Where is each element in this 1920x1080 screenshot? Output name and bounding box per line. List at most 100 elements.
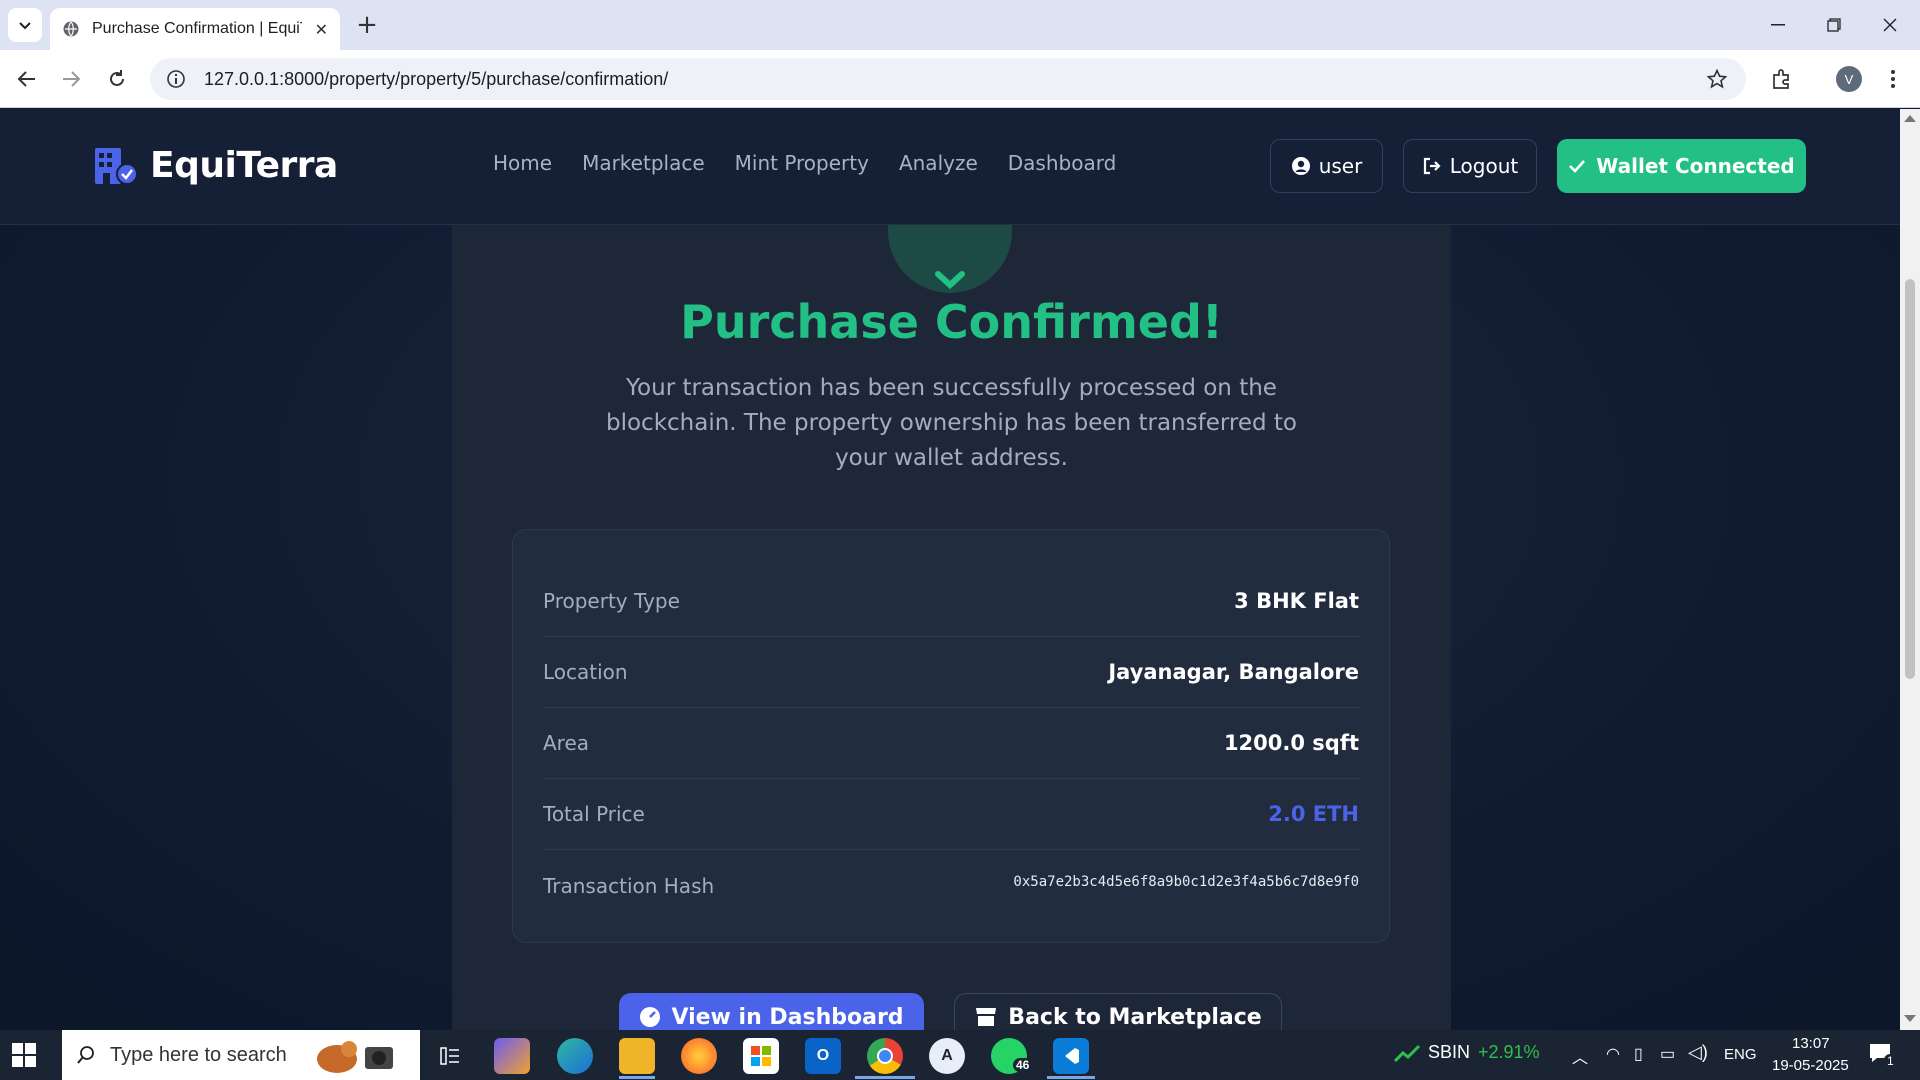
copilot-icon[interactable] <box>494 1038 530 1074</box>
language-indicator[interactable]: ENG <box>1724 1046 1757 1063</box>
detail-row-property-type: Property Type 3 BHK Flat <box>543 566 1359 637</box>
extensions-button[interactable] <box>1767 64 1797 94</box>
edge-browser-icon[interactable] <box>557 1038 593 1074</box>
show-hidden-icons-icon[interactable]: ︿ <box>1572 1044 1588 1068</box>
sign-out-icon <box>1423 157 1441 175</box>
more-vertical-icon <box>1891 70 1895 88</box>
start-button[interactable] <box>12 1043 36 1071</box>
detail-label: Area <box>543 731 590 755</box>
taskbar-search-box[interactable]: Type here to search <box>62 1030 420 1080</box>
back-to-marketplace-button[interactable]: Back to Marketplace <box>954 993 1282 1030</box>
detail-label: Location <box>543 660 628 684</box>
building-check-icon <box>95 147 138 185</box>
clock-date[interactable]: 19-05-2025 <box>1772 1057 1849 1074</box>
minimize-button[interactable] <box>1750 0 1806 50</box>
user-button[interactable]: user <box>1270 139 1383 193</box>
logout-button-label: Logout <box>1449 154 1519 178</box>
wallet-connected-button[interactable]: Wallet Connected <box>1557 139 1806 193</box>
view-dashboard-label: View in Dashboard <box>671 1004 904 1030</box>
view-dashboard-button[interactable]: View in Dashboard <box>619 993 924 1030</box>
vscode-icon[interactable] <box>1053 1038 1089 1074</box>
close-window-button[interactable] <box>1862 0 1918 50</box>
task-view-icon[interactable] <box>432 1038 468 1074</box>
network-icon[interactable]: ◠ <box>1606 1044 1620 1064</box>
nav-link-analyze[interactable]: Analyze <box>899 151 978 175</box>
notifications-button[interactable]: 1 <box>1868 1042 1897 1070</box>
brand-name: EquiTerra <box>150 145 338 186</box>
stock-chart-icon <box>1394 1044 1420 1062</box>
forward-button[interactable] <box>56 64 86 94</box>
purchase-details-card: Property Type 3 BHK Flat Location Jayana… <box>512 529 1390 943</box>
stock-widget[interactable]: SBIN +2.91% <box>1394 1042 1540 1063</box>
user-circle-icon <box>1291 157 1310 175</box>
stock-change: +2.91% <box>1478 1042 1540 1062</box>
detail-label: Property Type <box>543 589 680 613</box>
microsoft-store-icon[interactable] <box>743 1038 779 1074</box>
battery-icon[interactable]: ▭ <box>1660 1044 1675 1064</box>
detail-value-price: 2.0 ETH <box>1268 802 1359 826</box>
minimize-icon <box>1771 24 1785 26</box>
stock-symbol: SBIN <box>1428 1042 1471 1062</box>
clock-time[interactable]: 13:07 <box>1792 1035 1830 1052</box>
page-scrollbar[interactable] <box>1900 109 1920 1030</box>
reload-icon <box>110 70 124 86</box>
browser-toolbar: 127.0.0.1:8000/property/property/5/purch… <box>0 50 1920 108</box>
firefox-icon[interactable] <box>681 1038 717 1074</box>
chevron-down-icon <box>19 22 31 30</box>
chrome-active-indicator <box>855 1076 915 1079</box>
site-info-icon[interactable] <box>166 69 186 89</box>
whatsapp-icon[interactable]: 46 <box>991 1038 1033 1074</box>
taskbar-search-placeholder: Type here to search <box>110 1043 287 1066</box>
transaction-hash-value[interactable]: 0x5a7e2b3c4d5e6f8a9b0c1d2e3f4a5b6c7d8e9f… <box>1013 874 1359 890</box>
detail-value: 1200.0 sqft <box>1223 731 1359 755</box>
chrome-icon[interactable] <box>867 1038 903 1074</box>
app-store-icon[interactable]: A <box>929 1038 965 1074</box>
detail-row-total-price: Total Price 2.0 ETH <box>543 779 1359 850</box>
file-explorer-active-indicator <box>619 1076 655 1079</box>
globe-icon <box>63 21 79 37</box>
outlook-icon[interactable]: O <box>805 1038 841 1074</box>
vscode-active-indicator <box>1047 1076 1095 1079</box>
tab-search-button[interactable] <box>8 8 42 42</box>
detail-row-transaction-hash: Transaction Hash 0x5a7e2b3c4d5e6f8a9b0c1… <box>543 850 1359 921</box>
browser-tab[interactable]: Purchase Confirmation | EquiTerra ✕ <box>50 8 340 50</box>
back-button[interactable] <box>12 64 42 94</box>
nav-link-dashboard[interactable]: Dashboard <box>1008 151 1117 175</box>
nav-link-mint-property[interactable]: Mint Property <box>735 151 869 175</box>
nav-link-marketplace[interactable]: Marketplace <box>582 151 705 175</box>
logout-button[interactable]: Logout <box>1403 139 1537 193</box>
close-icon <box>1883 18 1897 32</box>
nav-link-home[interactable]: Home <box>493 151 552 175</box>
detail-value: Jayanagar, Bangalore <box>1108 660 1359 684</box>
gauge-icon <box>640 1007 661 1027</box>
brand-logo[interactable]: EquiTerra <box>94 145 338 186</box>
check-icon <box>1569 160 1586 173</box>
store-icon <box>976 1008 997 1026</box>
main-nav: Home Marketplace Mint Property Analyze D… <box>493 151 1116 175</box>
profile-avatar[interactable]: V <box>1836 66 1862 92</box>
address-bar[interactable]: 127.0.0.1:8000/property/property/5/purch… <box>150 58 1746 100</box>
device-icon[interactable]: ▯ <box>1634 1044 1643 1064</box>
star-icon <box>1707 69 1727 89</box>
close-tab-icon[interactable]: ✕ <box>315 20 328 39</box>
scrollbar-thumb[interactable] <box>1905 279 1915 679</box>
browser-menu-button[interactable] <box>1878 64 1908 94</box>
windows-logo-icon <box>12 1043 36 1067</box>
confirmation-title: Purchase Confirmed! <box>680 295 1223 349</box>
detail-value: 3 BHK Flat <box>1234 589 1359 613</box>
url-text[interactable]: 127.0.0.1:8000/property/property/5/purch… <box>204 69 668 90</box>
restore-button[interactable] <box>1806 0 1862 50</box>
bookmark-button[interactable] <box>1702 64 1732 94</box>
reload-button[interactable] <box>102 64 132 94</box>
arrow-left-icon <box>17 71 35 87</box>
tab-title: Purchase Confirmation | EquiTerra <box>92 20 302 37</box>
new-tab-button[interactable]: + <box>352 10 382 40</box>
file-explorer-icon[interactable] <box>619 1038 655 1074</box>
search-highlight-illustration <box>316 1041 393 1073</box>
scroll-down-arrow-icon[interactable] <box>1904 1015 1916 1022</box>
volume-icon[interactable]: ◁) <box>1688 1042 1708 1063</box>
restore-icon <box>1827 18 1841 32</box>
scroll-up-arrow-icon[interactable] <box>1904 115 1916 122</box>
detail-label: Transaction Hash <box>543 873 715 898</box>
notification-count: 1 <box>1884 1054 1897 1068</box>
